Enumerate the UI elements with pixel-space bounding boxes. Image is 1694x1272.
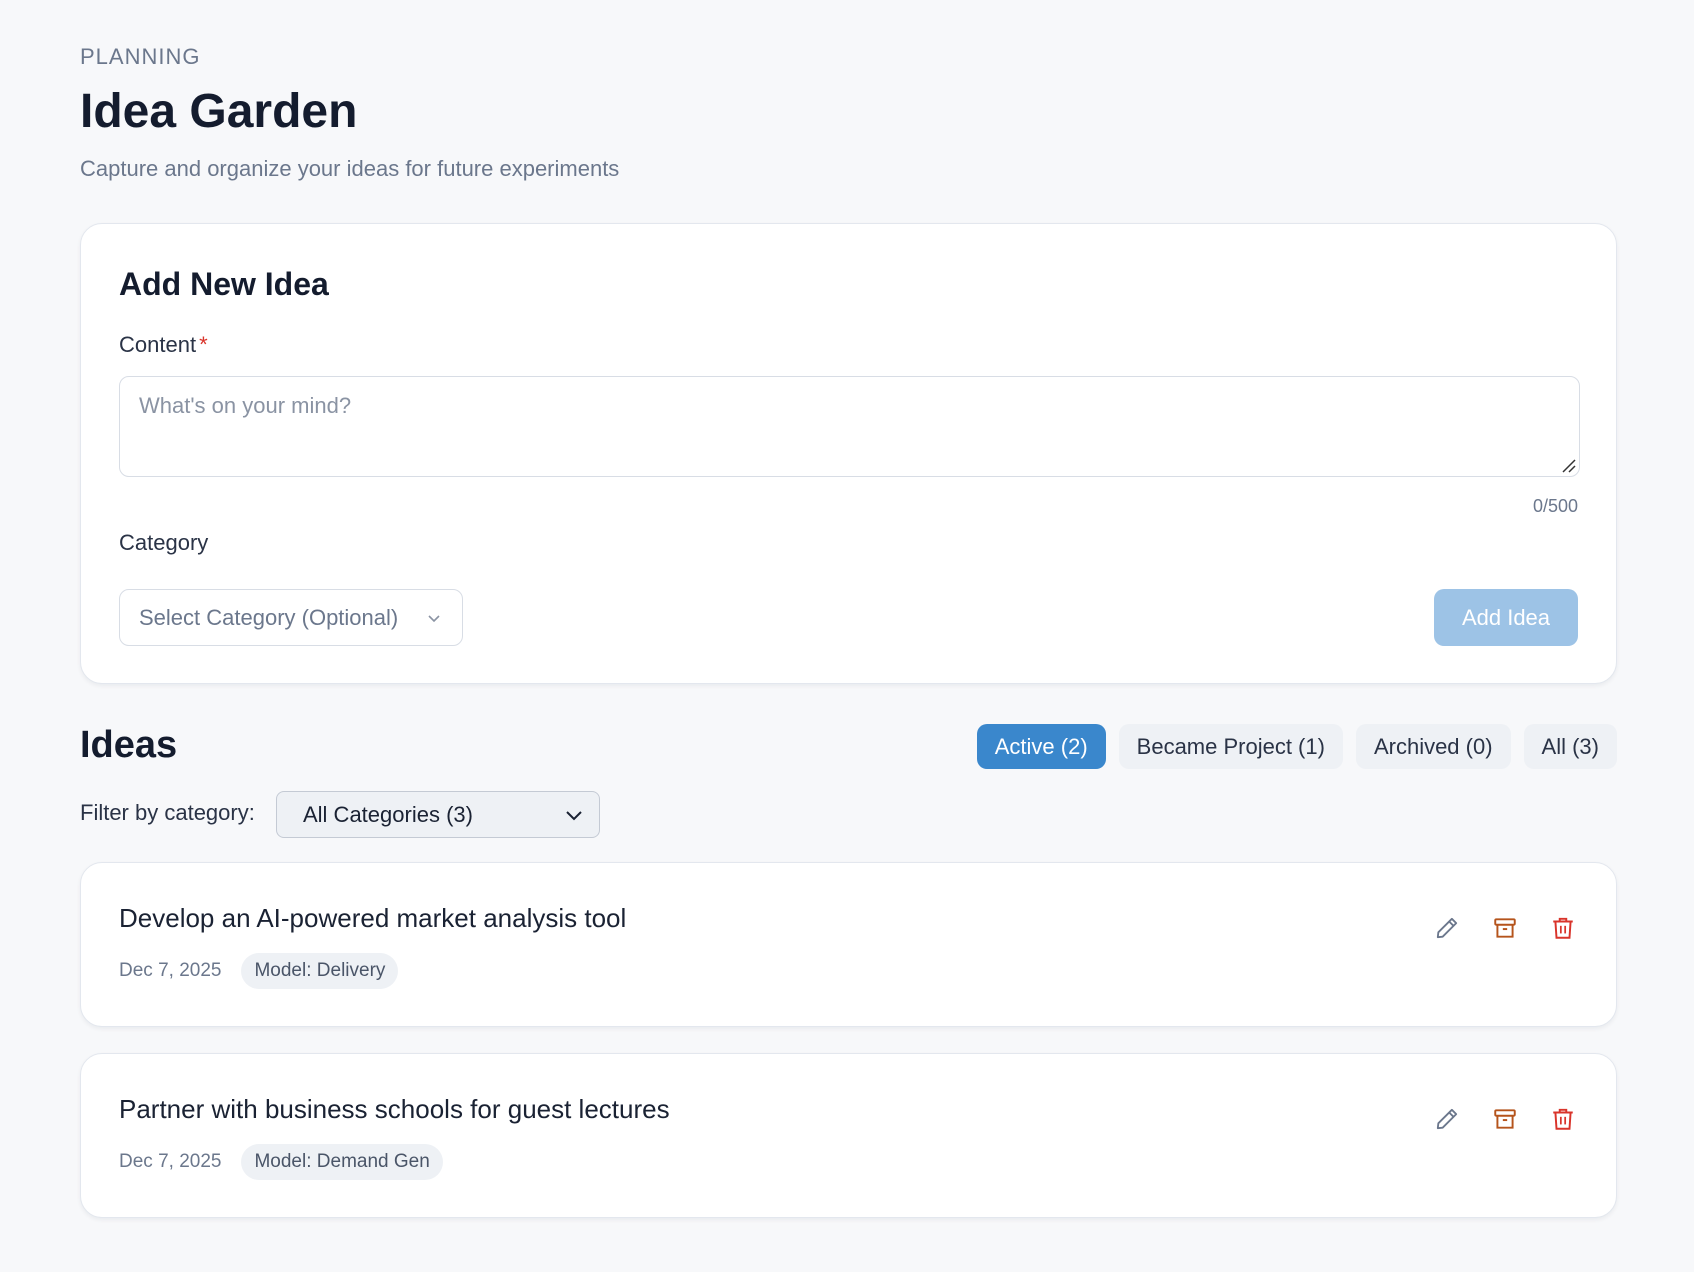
category-select-value: Select Category (Optional) (139, 604, 399, 630)
idea-actions (1432, 1104, 1578, 1134)
edit-button[interactable] (1432, 913, 1462, 943)
content-label: Content * (119, 332, 208, 358)
trash-icon (1553, 1108, 1573, 1130)
pencil-icon (1436, 917, 1458, 939)
content-textarea[interactable] (119, 376, 1580, 477)
chevron-down-icon (428, 615, 440, 623)
chevron-down-icon (566, 811, 582, 821)
category-filter-select[interactable]: All Categories (3) (276, 791, 600, 838)
idea-card: Partner with business schools for guest … (80, 1053, 1617, 1218)
tab-active[interactable]: Active (2) (976, 724, 1106, 769)
required-asterisk: * (199, 332, 208, 357)
status-tabs: Active (2) Became Project (1) Archived (… (976, 724, 1617, 769)
idea-meta: Dec 7, 2025 Model: Delivery (119, 953, 399, 989)
page-title: Idea Garden (80, 85, 358, 138)
delete-button[interactable] (1548, 913, 1578, 943)
add-idea-button[interactable]: Add Idea (1434, 589, 1578, 646)
category-filter-value: All Categories (3) (303, 801, 473, 827)
idea-date: Dec 7, 2025 (119, 1151, 222, 1172)
filter-label: Filter by category: (80, 800, 255, 825)
archive-box-icon (1494, 1109, 1516, 1129)
idea-text: Develop an AI-powered market analysis to… (119, 903, 627, 933)
tab-archived[interactable]: Archived (0) (1355, 724, 1511, 769)
category-select[interactable]: Select Category (Optional) (119, 589, 463, 646)
archive-button[interactable] (1490, 913, 1520, 943)
ideas-section-title: Ideas (80, 724, 178, 766)
pencil-icon (1436, 1108, 1458, 1130)
resize-grip-icon[interactable] (1560, 457, 1576, 473)
idea-card: Develop an AI-powered market analysis to… (80, 862, 1617, 1027)
tab-all[interactable]: All (3) (1523, 724, 1617, 769)
idea-actions (1432, 913, 1578, 943)
content-label-text: Content (119, 332, 197, 357)
page-subtitle: Capture and organize your ideas for futu… (80, 156, 620, 181)
category-badge: Model: Delivery (241, 953, 399, 989)
idea-text: Partner with business schools for guest … (119, 1094, 670, 1124)
archive-box-icon (1494, 918, 1516, 938)
delete-button[interactable] (1548, 1104, 1578, 1134)
trash-icon (1553, 917, 1573, 939)
add-idea-card: Add New Idea Content* 0/500 Category Sel… (80, 223, 1617, 684)
category-label: Category (119, 530, 209, 555)
page-eyebrow: PLANNING (80, 44, 201, 69)
tab-became-project[interactable]: Became Project (1) (1118, 724, 1343, 769)
add-idea-title: Add New Idea (119, 266, 329, 302)
edit-button[interactable] (1432, 1104, 1462, 1134)
idea-meta: Dec 7, 2025 Model: Demand Gen (119, 1144, 443, 1180)
archive-button[interactable] (1490, 1104, 1520, 1134)
category-badge: Model: Demand Gen (241, 1144, 443, 1180)
idea-date: Dec 7, 2025 (119, 960, 222, 981)
character-counter: 0/500 (1532, 496, 1578, 516)
